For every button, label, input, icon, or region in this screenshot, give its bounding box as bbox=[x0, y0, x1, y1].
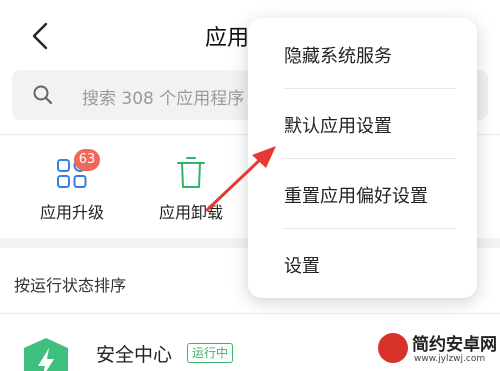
shield-bolt-icon bbox=[24, 338, 68, 371]
app-name: 安全中心 bbox=[96, 344, 173, 366]
menu-item-settings[interactable]: 设置 bbox=[284, 252, 320, 278]
app-uninstall-label: 应用卸载 bbox=[158, 203, 223, 222]
menu-item-reset-app-preferences[interactable]: 重置应用偏好设置 bbox=[284, 182, 428, 208]
overflow-menu: 隐藏系统服务 默认应用设置 重置应用偏好设置 设置 bbox=[248, 18, 477, 298]
watermark-title: 简约安卓网 bbox=[412, 335, 497, 355]
android-logo-icon bbox=[378, 333, 408, 363]
search-input[interactable]: 搜索 308 个应用程序 bbox=[82, 84, 244, 109]
menu-item-hide-system-services[interactable]: 隐藏系统服务 bbox=[284, 42, 392, 68]
app-upgrade-label: 应用升级 bbox=[39, 203, 104, 222]
menu-divider bbox=[284, 158, 456, 159]
trash-icon bbox=[177, 157, 205, 188]
app-upgrade-button[interactable]: 63 应用升级 bbox=[22, 149, 122, 225]
sort-option[interactable]: 按运行状态排序 bbox=[14, 272, 126, 296]
menu-item-default-app-settings[interactable]: 默认应用设置 bbox=[284, 112, 392, 138]
page-title: 应用 bbox=[205, 26, 250, 51]
back-arrow-icon[interactable] bbox=[26, 18, 56, 54]
app-uninstall-button[interactable]: 应用卸载 bbox=[141, 155, 241, 225]
menu-divider bbox=[284, 88, 456, 89]
status-badge: 运行中 bbox=[187, 343, 234, 363]
search-icon bbox=[33, 85, 53, 105]
watermark: 简约安卓网 www.jylzwj.com bbox=[378, 330, 500, 371]
update-count-badge: 63 bbox=[74, 149, 100, 171]
watermark-url: www.jylzwj.com bbox=[414, 354, 486, 364]
menu-divider bbox=[284, 228, 456, 229]
